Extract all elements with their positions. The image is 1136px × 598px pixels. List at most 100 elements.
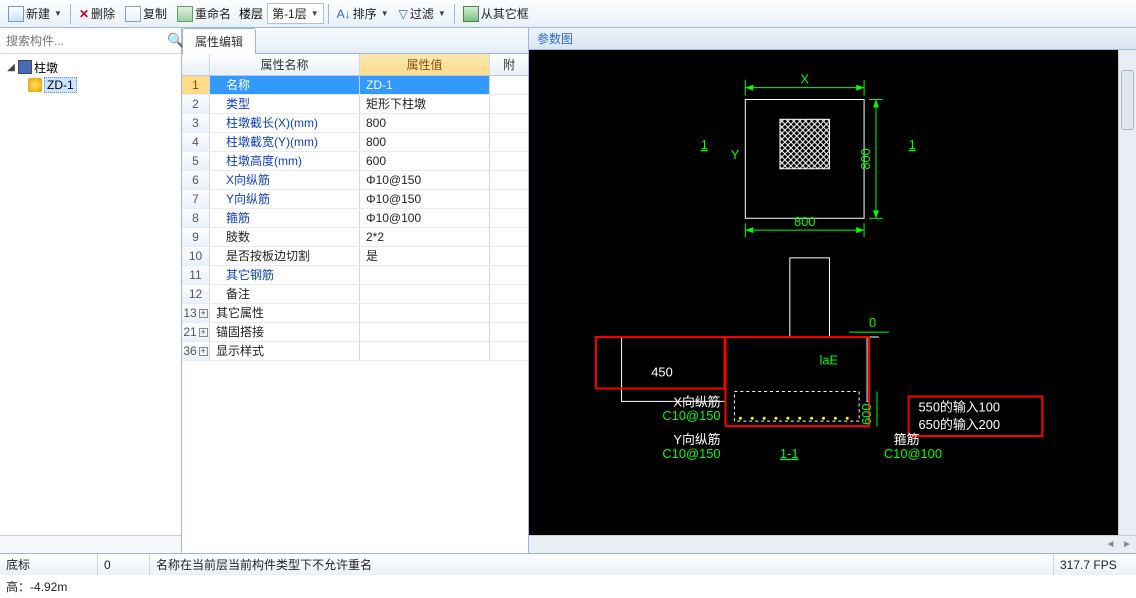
expand-icon[interactable]: + — [199, 309, 208, 318]
property-row[interactable]: 1名称ZD-1 — [182, 76, 528, 95]
scroll-left-icon: ◄ — [1106, 539, 1116, 550]
tree-label-selected: ZD-1 — [44, 77, 77, 93]
property-row[interactable]: 36+显示样式 — [182, 342, 528, 361]
expand-icon[interactable]: + — [199, 328, 208, 337]
svg-text:C10@150: C10@150 — [662, 446, 720, 461]
plan-view: X 800 Y 800 1 — [701, 72, 916, 237]
expand-icon[interactable]: + — [199, 347, 208, 356]
prop-value[interactable]: 800 — [360, 114, 490, 132]
prop-name: 锚固搭接 — [210, 323, 360, 341]
prop-value[interactable]: 2*2 — [360, 228, 490, 246]
tree-node-item[interactable]: ZD-1 — [4, 76, 177, 94]
svg-text:1-1: 1-1 — [780, 446, 799, 461]
property-row[interactable]: 21+锚固搭接 — [182, 323, 528, 342]
prop-value[interactable]: 是 — [360, 247, 490, 265]
property-panel: 属性编辑 属性名称 属性值 附 1名称ZD-12类型矩形下柱墩3柱墩截长(X)(… — [182, 28, 529, 553]
property-row[interactable]: 5柱墩高度(mm)600 — [182, 152, 528, 171]
prop-value[interactable] — [360, 323, 490, 341]
drawing-canvas[interactable]: X 800 Y 800 1 — [529, 50, 1118, 535]
status-bar: 底标高：-4.92m 0 名称在当前层当前构件类型下不允许重名 317.7 FP… — [0, 553, 1136, 575]
property-row[interactable]: 6X向纵筋Φ10@150 — [182, 171, 528, 190]
svg-text:550的输入100: 550的输入100 — [919, 399, 1001, 414]
row-number: 11 — [182, 266, 210, 284]
svg-text:800: 800 — [858, 148, 873, 169]
left-panel: 🔍 ◢ 柱墩 ZD-1 — [0, 28, 182, 553]
svg-text:箍筋: 箍筋 — [894, 432, 920, 447]
from-other-button[interactable]: 从其它框 — [459, 3, 533, 24]
tab-property-edit[interactable]: 属性编辑 — [182, 28, 256, 54]
svg-text:0: 0 — [869, 315, 876, 330]
search-input[interactable] — [0, 30, 167, 52]
property-row[interactable]: 7Y向纵筋Φ10@150 — [182, 190, 528, 209]
prop-value[interactable]: Φ10@100 — [360, 209, 490, 227]
status-message: 名称在当前层当前构件类型下不允许重名 — [150, 554, 1054, 576]
tree-node-root[interactable]: ◢ 柱墩 — [4, 58, 177, 76]
prop-value[interactable] — [360, 304, 490, 322]
col-extra: 附 — [490, 54, 528, 75]
drawing-viewport-wrap: X 800 Y 800 1 — [529, 50, 1136, 535]
delete-icon: ✕ — [79, 7, 89, 21]
property-row[interactable]: 12备注 — [182, 285, 528, 304]
right-panel: 参数图 — [529, 28, 1136, 553]
category-icon — [18, 60, 32, 74]
prop-name: 显示样式 — [210, 342, 360, 360]
property-row[interactable]: 11其它钢筋 — [182, 266, 528, 285]
sort-icon: A↓ — [337, 7, 351, 21]
main-toolbar: 新建▼ ✕删除 复制 重命名 楼层 第-1层▼ A↓排序▼ ▽过滤▼ 从其它框 — [0, 0, 1136, 28]
new-button[interactable]: 新建▼ — [4, 3, 66, 24]
prop-value[interactable]: Φ10@150 — [360, 190, 490, 208]
prop-name: 肢数 — [210, 228, 360, 246]
scroll-thumb[interactable] — [1121, 70, 1134, 130]
property-tabs: 属性编辑 — [182, 28, 528, 54]
prop-value[interactable]: ZD-1 — [360, 76, 490, 94]
prop-value[interactable] — [360, 285, 490, 303]
prop-name: 备注 — [210, 285, 360, 303]
col-value[interactable]: 属性值 — [360, 54, 490, 75]
property-row[interactable]: 3柱墩截长(X)(mm)800 — [182, 114, 528, 133]
prop-extra — [490, 190, 528, 208]
rename-button[interactable]: 重命名 — [173, 3, 235, 24]
prop-name: 其它钢筋 — [210, 266, 360, 284]
copy-button[interactable]: 复制 — [121, 3, 171, 24]
delete-button[interactable]: ✕删除 — [75, 3, 119, 24]
component-tree: ◢ 柱墩 ZD-1 — [0, 54, 181, 535]
prop-name: X向纵筋 — [210, 171, 360, 189]
svg-text:Y: Y — [731, 147, 740, 162]
status-elevation: 底标高：-4.92m — [0, 554, 98, 576]
prop-value[interactable] — [360, 342, 490, 360]
prop-value[interactable]: Φ10@150 — [360, 171, 490, 189]
right-panel-title: 参数图 — [529, 28, 1136, 50]
prop-value[interactable]: 矩形下柱墩 — [360, 95, 490, 113]
property-row[interactable]: 13+其它属性 — [182, 304, 528, 323]
prop-extra — [490, 266, 528, 284]
prop-name: 柱墩截长(X)(mm) — [210, 114, 360, 132]
prop-extra — [490, 304, 528, 322]
property-row[interactable]: 9肢数2*2 — [182, 228, 528, 247]
status-fps: 317.7 FPS — [1054, 554, 1136, 576]
tree-label: 柱墩 — [34, 59, 58, 76]
prop-extra — [490, 342, 528, 360]
row-number: 5 — [182, 152, 210, 170]
prop-value[interactable]: 600 — [360, 152, 490, 170]
filter-button[interactable]: ▽过滤▼ — [395, 3, 450, 24]
property-row[interactable]: 10是否按板边切割是 — [182, 247, 528, 266]
rename-icon — [177, 6, 193, 22]
svg-text:600: 600 — [859, 404, 874, 425]
horizontal-scrollbar[interactable]: ◄ ► — [529, 535, 1136, 553]
prop-value[interactable] — [360, 266, 490, 284]
svg-text:X向纵筋: X向纵筋 — [673, 394, 720, 409]
property-row[interactable]: 4柱墩截宽(Y)(mm)800 — [182, 133, 528, 152]
svg-text:C10@100: C10@100 — [884, 446, 942, 461]
row-number: 21+ — [182, 323, 210, 341]
vertical-scrollbar[interactable] — [1118, 50, 1136, 535]
property-row[interactable]: 8箍筋Φ10@100 — [182, 209, 528, 228]
left-hscroll[interactable] — [0, 535, 181, 553]
prop-extra — [490, 247, 528, 265]
prop-name: 类型 — [210, 95, 360, 113]
prop-value[interactable]: 800 — [360, 133, 490, 151]
search-row: 🔍 — [0, 28, 181, 54]
sort-button[interactable]: A↓排序▼ — [333, 3, 393, 24]
prop-extra — [490, 171, 528, 189]
floor-select[interactable]: 第-1层▼ — [267, 3, 324, 24]
property-row[interactable]: 2类型矩形下柱墩 — [182, 95, 528, 114]
